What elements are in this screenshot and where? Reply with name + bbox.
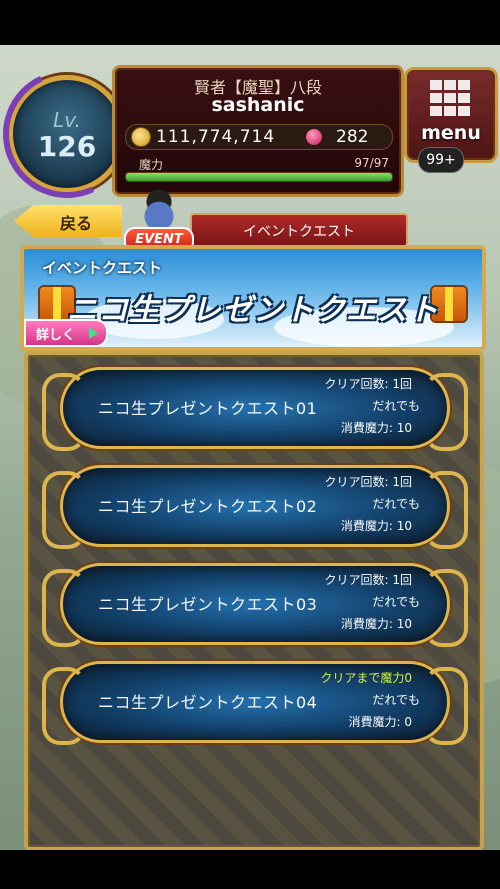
quest-cost: 消費魔力: 10: [340, 617, 412, 631]
quest-cost: 消費魔力: 0: [348, 715, 413, 729]
quest-eligibility: だれでも: [372, 497, 420, 511]
quest-name: ニコ生プレゼントクエスト01: [98, 399, 318, 418]
status-panel: 賢者【魔聖】八段 sashanic 111,774,714 282 魔力 97/…: [112, 65, 404, 197]
banner-category: イベントクエスト: [42, 259, 163, 277]
gold-value: 111,774,714: [156, 127, 276, 147]
back-label: 戻る: [60, 214, 93, 233]
mana-bar: [125, 172, 393, 182]
quest-name: ニコ生プレゼントクエスト04: [98, 693, 318, 712]
quest-card[interactable]: クリア回数: 1回 ニコ生プレゼントクエスト02 だれでも 消費魔力: 10: [42, 465, 468, 549]
details-button[interactable]: 詳しく: [24, 319, 108, 347]
quest-card[interactable]: クリア回数: 1回 ニコ生プレゼントクエスト03 だれでも 消費魔力: 10: [42, 563, 468, 647]
mana-value: 97/97: [354, 156, 389, 170]
quest-name: ニコ生プレゼントクエスト02: [98, 497, 318, 516]
ornament-right: [424, 667, 468, 745]
quest-cost: 消費魔力: 10: [340, 421, 412, 435]
quest-status: クリア回数: 1回: [324, 377, 413, 391]
ornament-right: [424, 373, 468, 451]
gem-value: 282: [336, 127, 369, 147]
event-banner[interactable]: イベントクエスト ニコ生プレゼントクエスト 詳しく: [20, 245, 486, 351]
mana-label: 魔力: [139, 158, 164, 172]
quest-status: クリア回数: 1回: [324, 573, 413, 587]
back-button[interactable]: 戻る: [14, 205, 122, 237]
level-value: 126: [37, 130, 97, 163]
ornament-left: [42, 373, 86, 451]
game-screen: Lv. 126 賢者【魔聖】八段 sashanic 111,774,714 28…: [0, 45, 500, 850]
quest-card[interactable]: クリアまで魔力0 ニコ生プレゼントクエスト04 だれでも 消費魔力: 0: [42, 661, 468, 745]
quest-eligibility: だれでも: [372, 399, 420, 413]
details-label: 詳しく: [36, 328, 76, 343]
ornament-left: [42, 471, 86, 549]
cat-mascot-icon: [138, 185, 180, 233]
menu-label: menu: [421, 122, 481, 144]
quest-cost: 消費魔力: 10: [340, 519, 412, 533]
quest-list-panel: クリア回数: 1回 ニコ生プレゼントクエスト01 だれでも 消費魔力: 10 ク…: [24, 351, 484, 850]
coin-icon: [132, 128, 150, 146]
ornament-right: [424, 471, 468, 549]
gold-row: 111,774,714 282: [125, 124, 393, 150]
quest-status: クリア回数: 1回: [324, 475, 413, 489]
ornament-left: [42, 569, 86, 647]
player-name: sashanic: [211, 94, 305, 116]
nav-title-bar: イベントクエスト: [190, 213, 408, 247]
ornament-left: [42, 667, 86, 745]
notification-badge: 99+: [418, 147, 464, 173]
quest-name: ニコ生プレゼントクエスト03: [98, 595, 318, 614]
nav-title: イベントクエスト: [243, 224, 355, 240]
quest-status: クリアまで魔力0: [320, 671, 412, 685]
ornament-right: [424, 569, 468, 647]
gem-icon: [306, 129, 322, 145]
mana-fill: [126, 173, 392, 181]
play-arrow-icon: [89, 327, 98, 339]
quest-eligibility: だれでも: [372, 693, 420, 707]
level-badge: Lv. 126: [0, 51, 150, 217]
grid-icon: [430, 80, 470, 116]
level-label: Lv.: [53, 108, 81, 132]
quest-eligibility: だれでも: [372, 595, 420, 609]
quest-card[interactable]: クリア回数: 1回 ニコ生プレゼントクエスト01 だれでも 消費魔力: 10: [42, 367, 468, 451]
